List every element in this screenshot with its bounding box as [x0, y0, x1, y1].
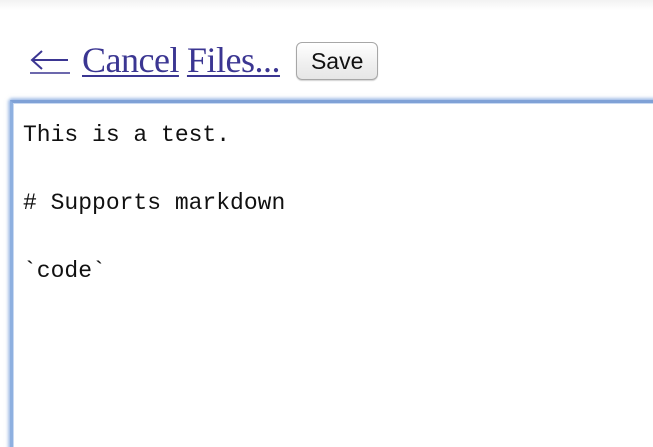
files-link[interactable]: Files... — [187, 38, 281, 82]
cancel-link[interactable]: Cancel — [82, 38, 179, 82]
editor-toolbar: Cancel Files... Save — [28, 34, 379, 86]
editor-content[interactable]: This is a test. # Supports markdown `cod… — [13, 103, 653, 288]
markdown-editor[interactable]: This is a test. # Supports markdown `cod… — [10, 100, 653, 447]
window-top-edge — [0, 0, 653, 10]
save-button[interactable]: Save — [295, 42, 379, 80]
back-arrow-icon[interactable] — [28, 38, 70, 82]
left-arrow-icon — [30, 50, 70, 74]
